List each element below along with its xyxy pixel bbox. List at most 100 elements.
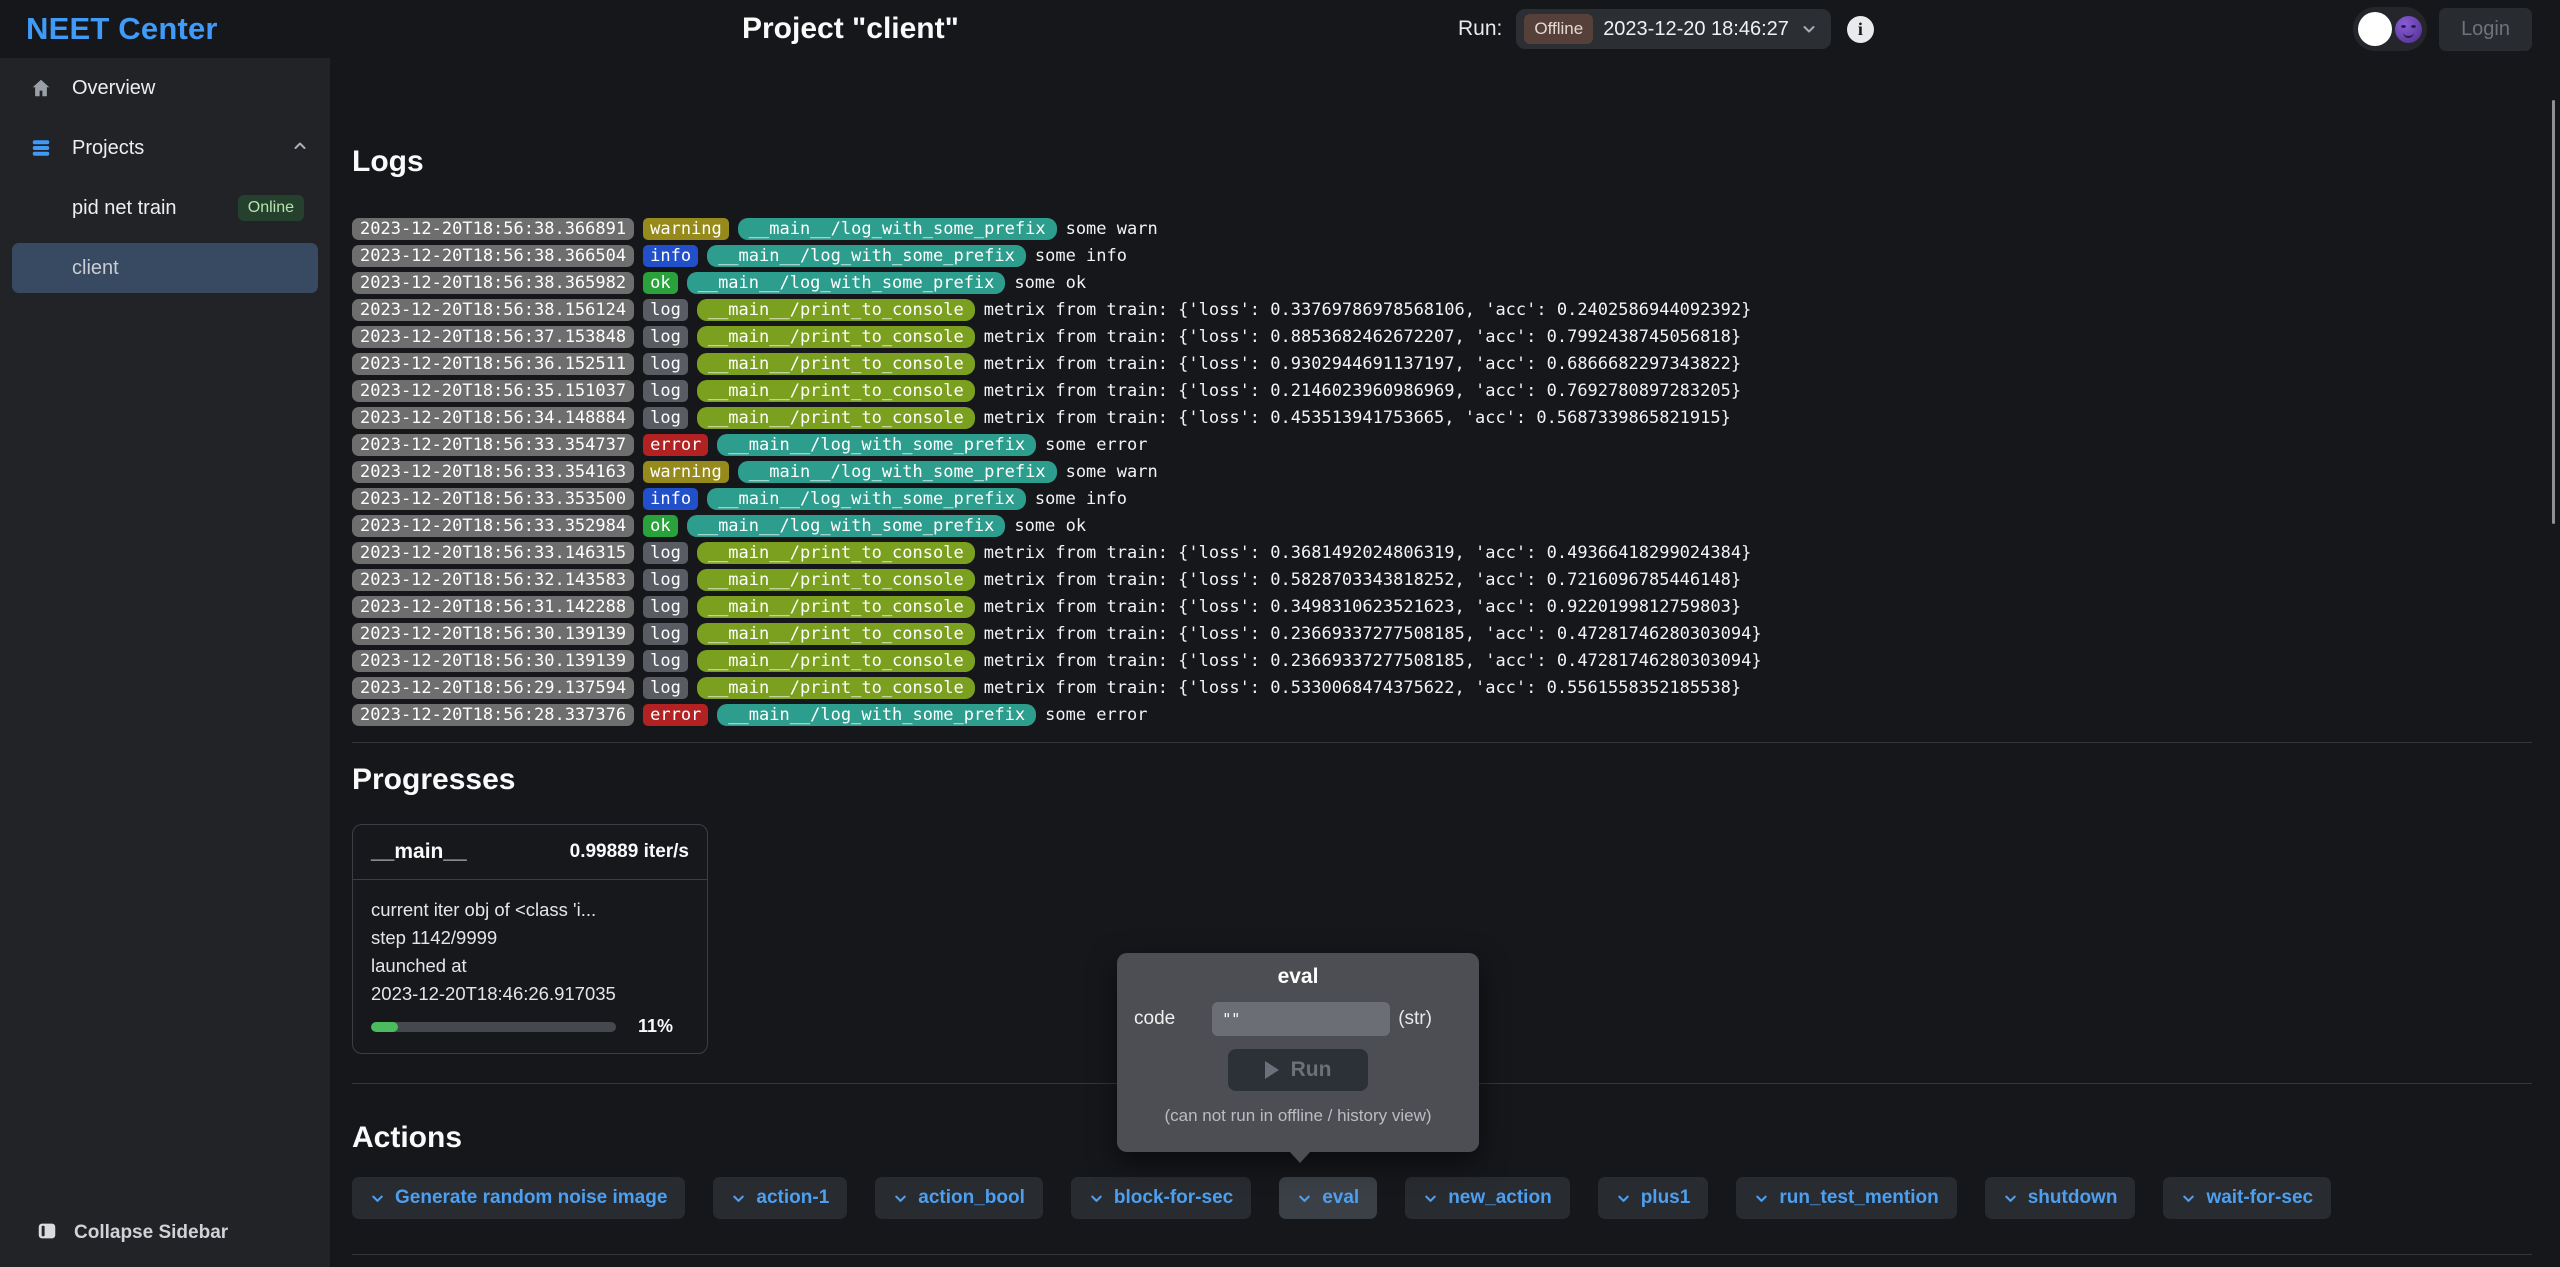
action-button-shutdown[interactable]: shutdown bbox=[1985, 1177, 2136, 1219]
header: NEET Center Project "client" Run: Offlin… bbox=[0, 0, 2560, 58]
log-row: 2023-12-20T18:56:38.366504info__main__/l… bbox=[352, 242, 2532, 269]
log-message: metrix from train: {'loss': 0.2366933727… bbox=[984, 651, 1762, 671]
log-row: 2023-12-20T18:56:33.352984ok__main__/log… bbox=[352, 512, 2532, 539]
progress-rate: 0.99889 iter/s bbox=[570, 841, 689, 863]
code-field-label: code bbox=[1134, 1008, 1175, 1030]
app-root: NEET Center Project "client" Run: Offlin… bbox=[0, 0, 2560, 1267]
chevron-down-icon bbox=[1754, 1191, 1769, 1206]
sidebar-project-item[interactable]: client bbox=[12, 243, 318, 293]
action-button-label: action_bool bbox=[918, 1187, 1025, 1209]
info-icon[interactable]: i bbox=[1847, 16, 1874, 43]
log-message: metrix from train: {'loss': 0.5330068474… bbox=[984, 678, 1741, 698]
log-row: 2023-12-20T18:56:31.142288log__main__/pr… bbox=[352, 593, 2532, 620]
log-message: metrix from train: {'loss': 0.3498310623… bbox=[984, 597, 1741, 617]
log-timestamp: 2023-12-20T18:56:37.153848 bbox=[352, 326, 634, 348]
log-timestamp: 2023-12-20T18:56:38.156124 bbox=[352, 299, 634, 321]
avatar[interactable] bbox=[2353, 7, 2427, 51]
log-message: metrix from train: {'loss': 0.9302944691… bbox=[984, 354, 1741, 374]
log-row: 2023-12-20T18:56:30.139139log__main__/pr… bbox=[352, 647, 2532, 674]
log-message: metrix from train: {'loss': 0.3681492024… bbox=[984, 543, 1752, 563]
log-level-badge: log bbox=[643, 623, 688, 645]
log-message: some ok bbox=[1014, 273, 1086, 293]
log-level-badge: log bbox=[643, 380, 688, 402]
account-area: Login bbox=[2353, 7, 2532, 51]
log-logger-badge: __main__/print_to_console bbox=[697, 380, 975, 402]
sidebar: Overview Projects pid net trainOnlinecli… bbox=[0, 58, 330, 1267]
log-timestamp: 2023-12-20T18:56:33.354737 bbox=[352, 434, 634, 456]
log-logger-badge: __main__/print_to_console bbox=[697, 596, 975, 618]
log-message: metrix from train: {'loss': 0.2146023960… bbox=[984, 381, 1741, 401]
log-row: 2023-12-20T18:56:29.137594log__main__/pr… bbox=[352, 674, 2532, 701]
login-button[interactable]: Login bbox=[2439, 8, 2532, 51]
log-message: some info bbox=[1035, 246, 1127, 266]
home-icon bbox=[30, 77, 54, 99]
action-button-plus1[interactable]: plus1 bbox=[1598, 1177, 1709, 1219]
log-logger-badge: __main__/print_to_console bbox=[697, 407, 975, 429]
progress-bar-fill bbox=[371, 1022, 398, 1032]
run-status-badge: Offline bbox=[1524, 14, 1593, 44]
action-button-action-1[interactable]: action-1 bbox=[713, 1177, 847, 1219]
action-button-label: run_test_mention bbox=[1779, 1187, 1938, 1209]
app-logo[interactable]: NEET Center bbox=[26, 11, 218, 47]
run-button-label: Run bbox=[1291, 1058, 1332, 1082]
sidebar-item-projects[interactable]: Projects bbox=[0, 118, 330, 178]
sidebar-item-overview[interactable]: Overview bbox=[0, 58, 330, 118]
sidebar-item-label: Overview bbox=[72, 77, 308, 100]
section-divider bbox=[352, 742, 2532, 743]
action-button-wait-for-sec[interactable]: wait-for-sec bbox=[2163, 1177, 2331, 1219]
progress-name: __main__ bbox=[371, 840, 467, 864]
log-logger-badge: __main__/print_to_console bbox=[697, 677, 975, 699]
project-item-label: pid net train bbox=[72, 197, 238, 220]
log-logger-badge: __main__/log_with_some_prefix bbox=[717, 704, 1036, 726]
run-button[interactable]: Run bbox=[1228, 1049, 1368, 1091]
log-timestamp: 2023-12-20T18:56:38.365982 bbox=[352, 272, 634, 294]
action-button-generate-random-noise-image[interactable]: Generate random noise image bbox=[352, 1177, 685, 1219]
chevron-down-icon bbox=[1801, 21, 1817, 37]
progress-detail-lines: current iter obj of <class 'i...step 114… bbox=[371, 896, 689, 1008]
log-timestamp: 2023-12-20T18:56:33.354163 bbox=[352, 461, 634, 483]
log-logger-badge: __main__/log_with_some_prefix bbox=[738, 461, 1057, 483]
chevron-down-icon bbox=[1616, 1191, 1631, 1206]
action-button-run-test-mention[interactable]: run_test_mention bbox=[1736, 1177, 1956, 1219]
sidebar-project-item[interactable]: pid net trainOnline bbox=[12, 178, 318, 238]
sidebar-item-label: Projects bbox=[72, 137, 292, 160]
log-timestamp: 2023-12-20T18:56:30.139139 bbox=[352, 650, 634, 672]
log-logger-badge: __main__/log_with_some_prefix bbox=[738, 218, 1057, 240]
log-timestamp: 2023-12-20T18:56:36.152511 bbox=[352, 353, 634, 375]
collapse-sidebar-button[interactable]: Collapse Sidebar bbox=[0, 1213, 330, 1253]
log-row: 2023-12-20T18:56:38.156124log__main__/pr… bbox=[352, 296, 2532, 323]
log-message: some error bbox=[1045, 435, 1147, 455]
run-select-dropdown[interactable]: Offline 2023-12-20 18:46:27 bbox=[1516, 9, 1831, 49]
collapse-sidebar-icon bbox=[36, 1220, 58, 1247]
log-message: some warn bbox=[1066, 219, 1158, 239]
code-input[interactable] bbox=[1212, 1002, 1390, 1036]
log-timestamp: 2023-12-20T18:56:32.143583 bbox=[352, 569, 634, 591]
log-message: metrix from train: {'loss': 0.3376978697… bbox=[984, 300, 1752, 320]
action-button-action-bool[interactable]: action_bool bbox=[875, 1177, 1043, 1219]
log-timestamp: 2023-12-20T18:56:38.366504 bbox=[352, 245, 634, 267]
code-type-label: (str) bbox=[1398, 1008, 1432, 1030]
log-level-badge: log bbox=[643, 677, 688, 699]
log-level-badge: warning bbox=[643, 461, 729, 483]
log-level-badge: log bbox=[643, 542, 688, 564]
action-button-label: action-1 bbox=[756, 1187, 829, 1209]
log-logger-badge: __main__/print_to_console bbox=[697, 650, 975, 672]
log-row: 2023-12-20T18:56:34.148884log__main__/pr… bbox=[352, 404, 2532, 431]
log-row: 2023-12-20T18:56:36.152511log__main__/pr… bbox=[352, 350, 2532, 377]
log-logger-badge: __main__/log_with_some_prefix bbox=[707, 488, 1026, 510]
page-title: Project "client" bbox=[742, 12, 959, 46]
log-timestamp: 2023-12-20T18:56:30.139139 bbox=[352, 623, 634, 645]
log-row: 2023-12-20T18:56:37.153848log__main__/pr… bbox=[352, 323, 2532, 350]
chevron-down-icon bbox=[1297, 1191, 1312, 1206]
log-row: 2023-12-20T18:56:33.354163 warning __main_… bbox=[352, 458, 2532, 485]
log-row: 2023-12-20T18:56:38.365982ok__main__/log… bbox=[352, 269, 2532, 296]
scrollbar-thumb[interactable] bbox=[2552, 100, 2555, 524]
action-button-block-for-sec[interactable]: block-for-sec bbox=[1071, 1177, 1251, 1219]
log-message: metrix from train: {'loss': 0.8853682462… bbox=[984, 327, 1741, 347]
online-status-badge: Online bbox=[238, 195, 304, 221]
log-logger-badge: __main__/log_with_some_prefix bbox=[717, 434, 1036, 456]
log-message: some info bbox=[1035, 489, 1127, 509]
action-button-eval[interactable]: eval bbox=[1279, 1177, 1377, 1219]
log-timestamp: 2023-12-20T18:56:38.366891 bbox=[352, 218, 634, 240]
action-button-new-action[interactable]: new_action bbox=[1405, 1177, 1569, 1219]
